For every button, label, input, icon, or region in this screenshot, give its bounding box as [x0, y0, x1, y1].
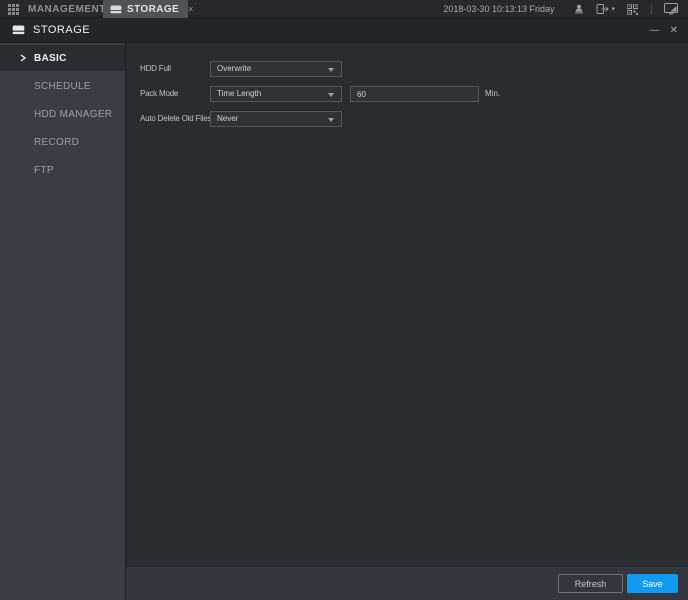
sidebar-item-schedule[interactable]: SCHEDULE: [0, 73, 125, 99]
tab-storage[interactable]: STORAGE ×: [103, 0, 188, 18]
sidebar-item-label: HDD MANAGER: [34, 109, 112, 120]
sidebar-item-label: SCHEDULE: [34, 81, 91, 92]
hdd-icon: [12, 25, 25, 35]
chevron-down-icon: [328, 93, 334, 97]
hdd-icon: [110, 5, 122, 14]
auto-delete-label: Auto Delete Old Files: [140, 111, 211, 127]
pack-mode-unit-label: Min.: [485, 86, 500, 102]
refresh-button[interactable]: Refresh: [558, 574, 623, 593]
pack-mode-length-input[interactable]: [350, 86, 479, 102]
hdd-full-label: HDD Full: [140, 61, 171, 77]
chevron-down-icon: [328, 68, 334, 72]
pack-mode-value: Time Length: [217, 87, 261, 101]
sidebar-item-hdd-manager[interactable]: HDD MANAGER: [0, 101, 125, 127]
sidebar-item-ftp[interactable]: FTP: [0, 157, 125, 183]
datetime-label: 2018-03-30 10:13:13 Friday: [443, 4, 554, 14]
auto-delete-dropdown[interactable]: Never: [210, 111, 342, 127]
topbar-right: 2018-03-30 10:13:13 Friday ▾: [443, 0, 688, 18]
window-titlebar: STORAGE — ✕: [0, 18, 688, 43]
form-row: Auto Delete Old Files Never: [126, 111, 688, 127]
save-button[interactable]: Save: [627, 574, 678, 593]
chevron-down-icon: ▾: [611, 5, 615, 13]
chevron-right-icon: [20, 54, 26, 65]
management-menu[interactable]: MANAGEMENT: [0, 0, 106, 18]
logout-icon[interactable]: ▾: [596, 3, 615, 15]
sidebar-divider: [125, 43, 126, 600]
sidebar-item-record[interactable]: RECORD: [0, 129, 125, 155]
pack-mode-dropdown[interactable]: Time Length: [210, 86, 342, 102]
minimize-icon[interactable]: —: [650, 26, 660, 36]
sidebar: BASIC SCHEDULE HDD MANAGER RECORD FTP: [0, 43, 125, 600]
tab-storage-label: STORAGE: [127, 4, 179, 15]
management-label: MANAGEMENT: [28, 4, 106, 15]
auto-delete-value: Never: [217, 112, 238, 126]
sidebar-item-label: BASIC: [34, 53, 67, 64]
grid-icon: [8, 4, 19, 15]
form-row: Pack Mode Time Length Min.: [126, 86, 688, 102]
footer-bar: Refresh Save: [126, 567, 688, 600]
close-icon[interactable]: ✕: [670, 26, 678, 36]
chevron-down-icon: [328, 118, 334, 122]
user-icon[interactable]: [568, 0, 590, 18]
sidebar-item-label: RECORD: [34, 137, 79, 148]
pack-mode-label: Pack Mode: [140, 86, 178, 102]
sidebar-item-basic[interactable]: BASIC: [0, 45, 125, 71]
display-icon[interactable]: [660, 0, 682, 18]
app-window: MANAGEMENT STORAGE × 2018-03-30 10:13:13…: [0, 0, 688, 600]
topbar: MANAGEMENT STORAGE × 2018-03-30 10:13:13…: [0, 0, 688, 18]
hdd-full-value: Overwrite: [217, 62, 251, 76]
qr-code-icon[interactable]: [621, 0, 643, 18]
sidebar-item-label: FTP: [34, 165, 54, 176]
hdd-full-dropdown[interactable]: Overwrite: [210, 61, 342, 77]
topbar-divider: [651, 4, 652, 14]
main-panel: HDD Full Overwrite Pack Mode Time Length…: [126, 43, 688, 567]
form-row: HDD Full Overwrite: [126, 61, 688, 77]
tab-close-icon[interactable]: ×: [188, 5, 193, 14]
page-title: STORAGE: [33, 24, 90, 36]
